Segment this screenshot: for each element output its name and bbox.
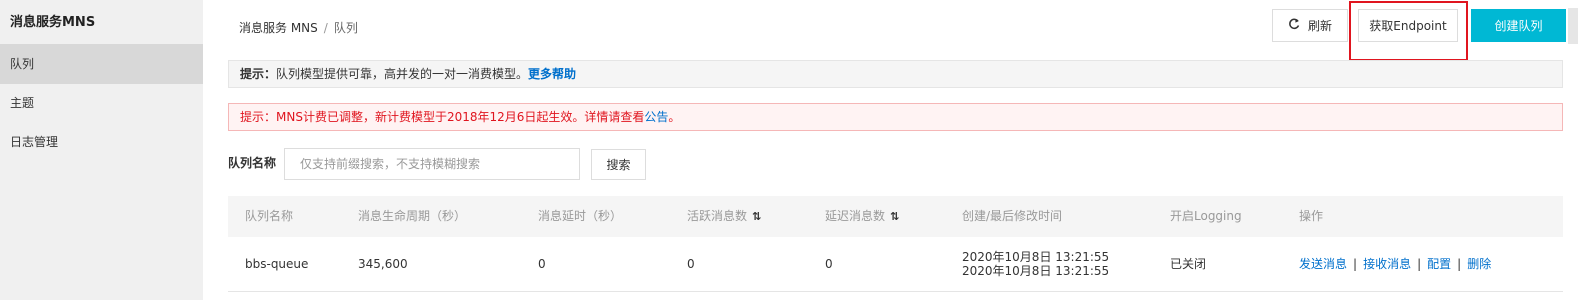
cell-created-time: 2020年10月8日 13:21:55 — [962, 250, 1110, 264]
create-queue-button[interactable]: 创建队列 — [1471, 9, 1566, 42]
sort-icon[interactable]: ⇅ — [890, 196, 899, 237]
cell-active-count: 0 — [687, 257, 695, 271]
refresh-button[interactable]: 刷新 — [1272, 9, 1348, 42]
column-header-name: 队列名称 — [245, 209, 294, 223]
warning-tip-suffix: 。 — [668, 110, 681, 124]
breadcrumb-separator: / — [323, 21, 328, 35]
breadcrumb: 消息服务 MNS / 队列 — [239, 19, 358, 36]
sidebar-title: 消息服务MNS — [10, 15, 96, 30]
info-tip-text: 队列模型提供可靠，高并发的一对一消费模型。 — [276, 67, 529, 81]
warning-tip: 提示：MNS计费已调整，新计费模型于2018年12月6日起生效。详情请查看公告。 — [228, 103, 1563, 131]
column-header-time: 创建/最后修改时间 — [962, 209, 1063, 223]
announcement-link[interactable]: 公告 — [644, 110, 668, 124]
column-header-actions: 操作 — [1299, 209, 1324, 223]
sort-icon[interactable]: ⇅ — [752, 196, 761, 237]
main-content: 消息服务 MNS / 队列 刷新 获取Endpoint 创建队列 提示：队列模型提供… — [203, 0, 1578, 300]
get-endpoint-button[interactable]: 获取Endpoint — [1358, 9, 1458, 42]
info-tip: 提示：队列模型提供可靠，高并发的一对一消费模型。更多帮助 — [228, 60, 1563, 88]
configure-link[interactable]: 配置 — [1427, 257, 1451, 271]
cell-delay: 0 — [538, 257, 546, 271]
cell-time: 2020年10月8日 13:21:55 2020年10月8日 13:21:55 — [962, 250, 1109, 278]
divider: | — [1417, 257, 1422, 271]
cell-lifetime: 345,600 — [358, 257, 408, 271]
cell-logging: 已关闭 — [1170, 257, 1207, 271]
warning-tip-text: 提示：MNS计费已调整，新计费模型于2018年12月6日起生效。详情请查看 — [240, 110, 645, 124]
sidebar-item-log-management[interactable]: 日志管理 — [0, 122, 203, 162]
more-help-link[interactable]: 更多帮助 — [528, 67, 576, 81]
receive-message-link[interactable]: 接收消息 — [1363, 257, 1411, 271]
send-message-link[interactable]: 发送消息 — [1299, 257, 1347, 271]
cell-delayed-count: 0 — [825, 257, 833, 271]
column-header-delayed-label: 延迟消息数 — [825, 209, 886, 223]
search-button[interactable]: 搜索 — [591, 149, 646, 180]
column-header-logging: 开启Logging — [1170, 209, 1242, 223]
divider: | — [1353, 257, 1358, 271]
column-header-active-label: 活跃消息数 — [687, 209, 748, 223]
search-label: 队列名称 — [228, 156, 277, 170]
sidebar: 消息服务MNS 队列 主题 日志管理 — [0, 0, 203, 300]
table-row: bbs-queue 345,600 0 0 0 2020年10月8日 13:21… — [228, 237, 1563, 292]
cell-modified-time: 2020年10月8日 13:21:55 — [962, 264, 1110, 278]
column-header-delayed: 延迟消息数 ⇅ — [825, 196, 899, 237]
sidebar-item-topic[interactable]: 主题 — [0, 83, 203, 123]
cell-actions: 发送消息 | 接收消息 | 配置 | 删除 — [1299, 237, 1491, 292]
refresh-icon — [1288, 18, 1300, 34]
cell-queue-name: bbs-queue — [245, 257, 309, 271]
column-header-active: 活跃消息数 ⇅ — [687, 196, 761, 237]
breadcrumb-root[interactable]: 消息服务 MNS — [239, 21, 318, 35]
info-tip-prefix: 提示： — [240, 67, 277, 81]
table-header: 队列名称 消息生命周期（秒） 消息延时（秒） 活跃消息数 ⇅ 延迟消息数 ⇅ 创建/… — [228, 196, 1563, 237]
refresh-label: 刷新 — [1307, 19, 1332, 33]
divider: | — [1457, 257, 1462, 271]
queue-name-search-input[interactable] — [284, 148, 580, 180]
scrollbar[interactable] — [1568, 8, 1578, 44]
column-header-lifetime: 消息生命周期（秒） — [358, 209, 467, 223]
column-header-delay: 消息延时（秒） — [538, 209, 623, 223]
breadcrumb-current: 队列 — [333, 21, 358, 35]
sidebar-item-queue[interactable]: 队列 — [0, 44, 203, 84]
delete-link[interactable]: 删除 — [1467, 257, 1491, 271]
